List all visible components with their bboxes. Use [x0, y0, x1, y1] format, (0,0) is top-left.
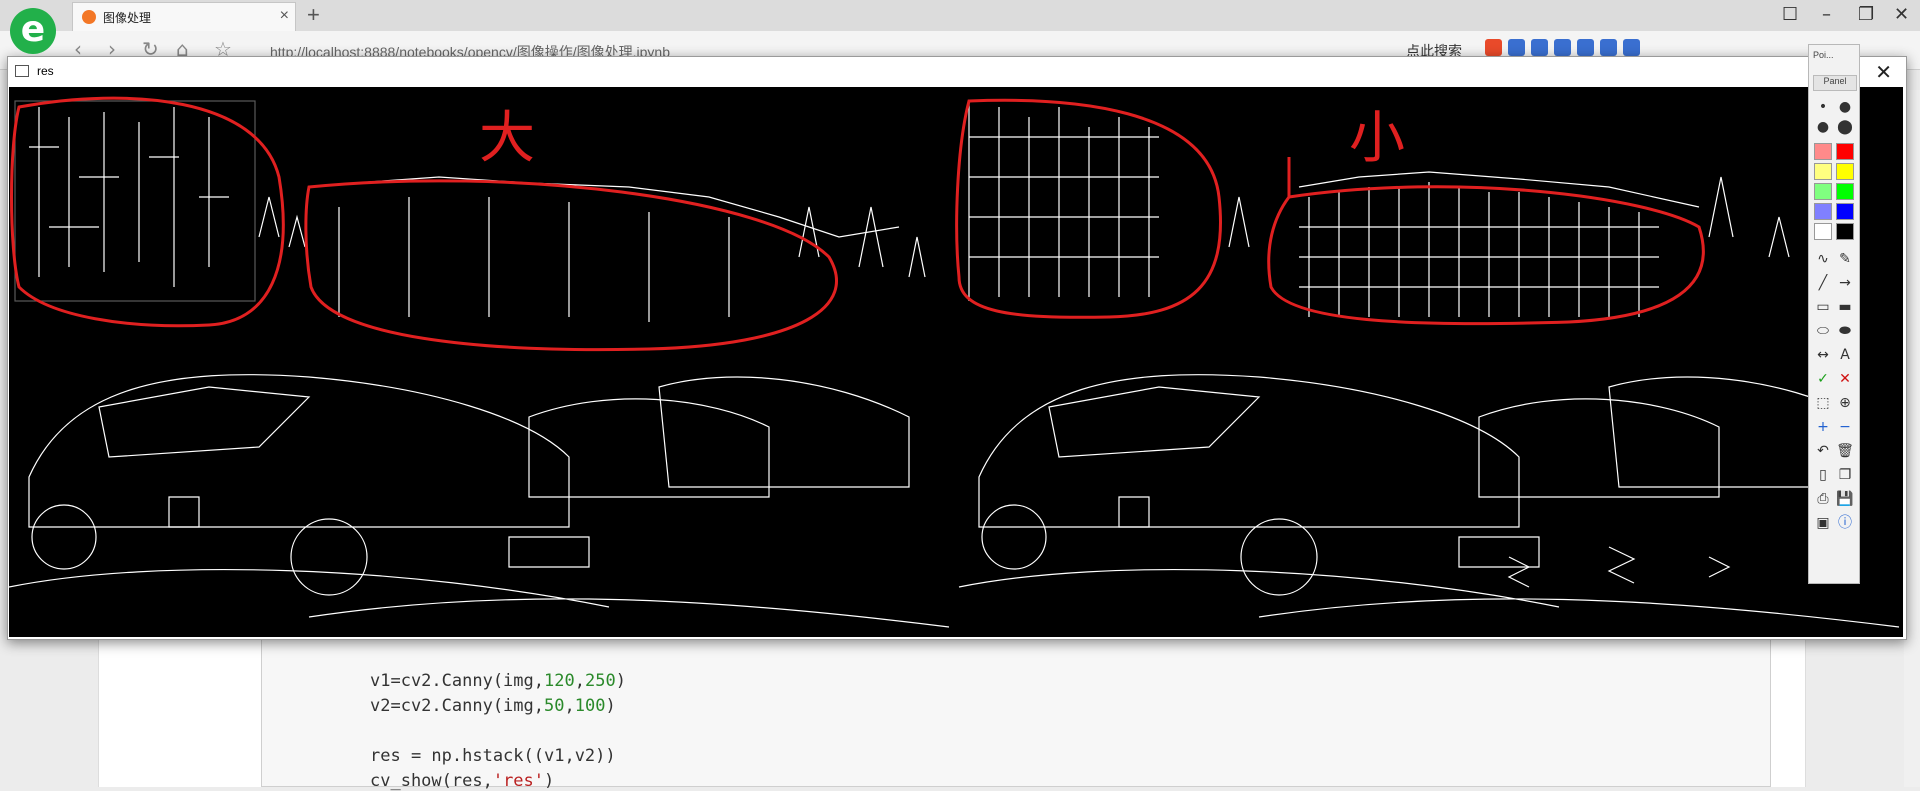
res-close-button[interactable]: ✕: [1875, 60, 1892, 84]
code-line-4: cv_show(res,'res'): [370, 771, 555, 791]
filled-ellipse-icon[interactable]: ⬬: [1835, 321, 1855, 341]
extension-icons: [1485, 39, 1640, 56]
annotation-palette[interactable]: Poi... Panel • ● ● ⬤ ∿ ✎ ╱ → ▭ ▬ ⬭ ⬬ ↔ A ✓ ✕ ⬚ ⊕ + − ↶ 🗑 ▯…: [1808, 44, 1860, 584]
zoom-icon[interactable]: ⊕: [1835, 393, 1855, 413]
rect-icon[interactable]: ▭: [1813, 297, 1833, 317]
check-icon[interactable]: ✓: [1813, 369, 1833, 389]
new-tab-button[interactable]: +: [307, 2, 320, 28]
annotation-circle-1: [10, 96, 285, 328]
minimize-button[interactable]: –: [1822, 4, 1831, 25]
code-line-1: v1=cv2.Canny(img,120,250): [370, 671, 626, 691]
plus-icon[interactable]: +: [1813, 417, 1833, 437]
dot-small-icon[interactable]: •: [1813, 97, 1833, 117]
res-window-title: res: [37, 64, 54, 78]
res-window[interactable]: res ✕ 大 小: [7, 56, 1907, 640]
color-green-swatch[interactable]: [1836, 183, 1854, 200]
trash-icon[interactable]: 🗑: [1835, 441, 1855, 461]
new-page-icon[interactable]: ▯: [1813, 465, 1833, 485]
color-black-swatch[interactable]: [1836, 223, 1854, 240]
annotation-label-big: 大: [479, 106, 535, 171]
double-arrow-icon[interactable]: ↔: [1813, 345, 1833, 365]
close-window-button[interactable]: ✕: [1894, 4, 1909, 25]
color-red-swatch[interactable]: [1836, 143, 1854, 160]
ellipse-icon[interactable]: ⬭: [1813, 321, 1833, 341]
tab-title: 图像处理: [103, 11, 152, 25]
dot-large-icon[interactable]: ●: [1813, 117, 1833, 137]
edge-image: 大 小: [9, 96, 1900, 628]
red-annotations: [10, 96, 1705, 352]
skin-icon[interactable]: ☐: [1782, 4, 1798, 25]
annotation-circle-2: [304, 179, 838, 352]
pen-icon[interactable]: ∿: [1813, 249, 1833, 269]
color-light-green-swatch[interactable]: [1814, 183, 1832, 200]
info-icon[interactable]: ⓘ: [1835, 513, 1855, 533]
print-icon[interactable]: ⎙: [1813, 489, 1833, 509]
dot-medium-icon[interactable]: ●: [1835, 97, 1855, 117]
delete-icon[interactable]: ✕: [1835, 369, 1855, 389]
tab-close-icon[interactable]: ×: [280, 7, 289, 25]
crop-icon[interactable]: ⬚: [1813, 393, 1833, 413]
annotation-circle-4: [1267, 185, 1705, 326]
undo-icon[interactable]: ↶: [1813, 441, 1833, 461]
sogou-icon[interactable]: [1485, 39, 1502, 56]
palette-title: Poi...: [1813, 50, 1834, 60]
color-light-yellow-swatch[interactable]: [1814, 163, 1832, 180]
color-blue-swatch[interactable]: [1836, 203, 1854, 220]
annotation-label-small: 小: [1349, 106, 1405, 171]
mic-icon[interactable]: [1554, 39, 1571, 56]
tab-notebook[interactable]: 图像处理 ×: [72, 2, 296, 31]
code-cell[interactable]: v1=cv2.Canny(img,120,250) v2=cv2.Canny(i…: [261, 630, 1771, 791]
color-yellow-swatch[interactable]: [1836, 163, 1854, 180]
tab-strip: 图像处理 × + ☐ – ❐ ✕: [0, 0, 1920, 32]
res-titlebar[interactable]: res ✕: [8, 57, 1906, 87]
line-icon[interactable]: ╱: [1813, 273, 1833, 293]
image-icon[interactable]: ▣: [1813, 513, 1833, 533]
restore-button[interactable]: ❐: [1858, 4, 1874, 25]
dot-xlarge-icon[interactable]: ⬤: [1835, 117, 1855, 137]
code-line-2: v2=cv2.Canny(img,50,100): [370, 696, 616, 716]
save-icon[interactable]: 💾: [1835, 489, 1855, 509]
browser-logo-icon: e: [10, 8, 56, 54]
arrow-icon[interactable]: →: [1835, 273, 1855, 293]
window-icon: [15, 65, 29, 77]
copy-icon[interactable]: ❐: [1835, 465, 1855, 485]
code-line-3: res = np.hstack((v1,v2)): [370, 746, 616, 766]
skin-ext-icon[interactable]: [1600, 39, 1617, 56]
edge-image-canvas: 大 小: [9, 87, 1903, 637]
jupyter-icon: [82, 10, 96, 24]
color-white-swatch[interactable]: [1814, 223, 1832, 240]
color-light-blue-swatch[interactable]: [1814, 203, 1832, 220]
canny-edges-right: [958, 101, 1900, 628]
tools-icon[interactable]: [1623, 39, 1640, 56]
palette-tab[interactable]: Panel: [1813, 75, 1857, 91]
minus-icon[interactable]: −: [1835, 417, 1855, 437]
text-icon[interactable]: A: [1835, 345, 1855, 365]
ime-icon[interactable]: [1508, 39, 1525, 56]
eraser-icon[interactable]: ✎: [1835, 249, 1855, 269]
color-light-red-swatch[interactable]: [1814, 143, 1832, 160]
keyboard-icon[interactable]: [1577, 39, 1594, 56]
punct-icon[interactable]: [1531, 39, 1548, 56]
filled-rect-icon[interactable]: ▬: [1835, 297, 1855, 317]
